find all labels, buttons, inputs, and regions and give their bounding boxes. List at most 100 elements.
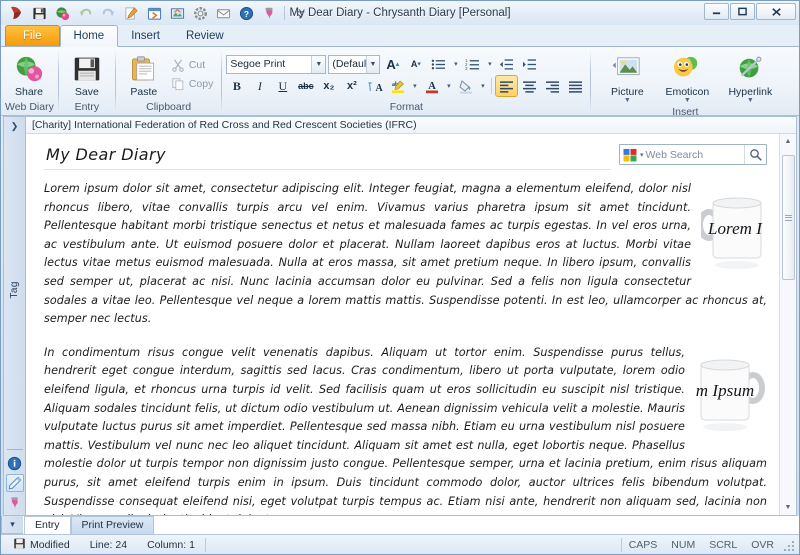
mail-icon[interactable] <box>213 3 233 23</box>
search-button[interactable] <box>744 145 766 164</box>
info-icon[interactable] <box>6 454 24 472</box>
chevron-down-icon[interactable]: ▼ <box>366 56 380 73</box>
web-search-box[interactable]: ▾ Web Search <box>619 144 767 165</box>
web-diary-icon[interactable] <box>52 3 72 23</box>
picture-icon[interactable] <box>167 3 187 23</box>
chevron-down-icon[interactable]: ▾ <box>451 60 460 68</box>
scrollbar-track[interactable] <box>781 149 796 500</box>
highlight-button[interactable]: ab <box>387 76 408 96</box>
paragraph-1[interactable]: Lorem ipsum dolor sit amet, consectetur … <box>44 180 767 329</box>
shading-button[interactable] <box>455 76 476 96</box>
font-color-button[interactable]: A <box>421 76 442 96</box>
insert-picture-button[interactable]: Picture ▼ <box>599 51 655 106</box>
resize-grip-icon[interactable] <box>783 538 797 552</box>
maximize-button[interactable] <box>730 3 755 20</box>
indicator-caps[interactable]: CAPS <box>622 539 665 551</box>
sidebar-expand-button[interactable]: ❯ <box>4 117 25 135</box>
paragraph-2[interactable]: In condimentum risus congue velit venena… <box>44 344 767 515</box>
font-name-value: Segoe Print <box>230 58 285 70</box>
align-justify-button[interactable] <box>565 76 586 96</box>
indicator-num[interactable]: NUM <box>664 539 702 551</box>
indicator-ovr[interactable]: OVR <box>744 539 781 551</box>
shrink-font-button[interactable]: A▾ <box>405 54 426 74</box>
share-button[interactable]: Share <box>5 51 53 100</box>
document-body[interactable]: Lorem I Lorem ipsum dolor sit amet, cons… <box>44 180 767 515</box>
bold-button[interactable]: B <box>226 76 247 96</box>
document-scroll-region: My Dear Diary ▾ Web <box>26 134 796 515</box>
document-title[interactable]: My Dear Diary <box>44 142 611 170</box>
chevron-down-icon[interactable]: ▼ <box>624 98 631 104</box>
search-provider-dropdown[interactable]: ▾ <box>638 151 646 159</box>
mug-image-2[interactable]: m Ipsum <box>695 344 767 451</box>
status-save-icon <box>13 537 26 553</box>
scrollbar-thumb[interactable] <box>782 155 795 280</box>
status-save-state[interactable]: Modified <box>3 537 80 553</box>
undo-icon[interactable] <box>75 3 95 23</box>
grow-font-button[interactable]: A▴ <box>382 54 403 74</box>
tag-icon[interactable] <box>259 3 279 23</box>
share-globe-icon <box>14 53 44 85</box>
scroll-down-icon[interactable]: ▼ <box>781 500 796 515</box>
tab-home[interactable]: Home <box>60 25 119 47</box>
indicator-scrl[interactable]: SCRL <box>702 539 744 551</box>
tab-entry[interactable]: Entry <box>24 516 71 534</box>
underline-label: U <box>279 79 288 94</box>
mug-image-1[interactable]: Lorem I <box>701 180 767 287</box>
decrease-indent-button[interactable] <box>496 54 517 74</box>
chevron-down-icon[interactable]: ▾ <box>444 82 453 90</box>
align-center-button[interactable] <box>519 76 540 96</box>
align-left-button[interactable] <box>496 76 517 96</box>
align-right-button[interactable] <box>542 76 563 96</box>
document-page[interactable]: My Dear Diary ▾ Web <box>26 134 779 515</box>
underline-button[interactable]: U <box>272 76 293 96</box>
tab-insert[interactable]: Insert <box>118 26 173 46</box>
minimize-button[interactable] <box>704 3 729 20</box>
chevron-down-icon[interactable]: ▾ <box>478 82 487 90</box>
scroll-up-icon[interactable]: ▲ <box>781 134 796 149</box>
chevron-down-icon[interactable]: ▾ <box>485 60 494 68</box>
paste-button[interactable]: Paste <box>120 51 168 100</box>
tab-print-preview[interactable]: Print Preview <box>71 516 155 534</box>
settings-icon[interactable] <box>190 3 210 23</box>
mug-1-caption: Lorem I <box>707 219 763 238</box>
help-icon[interactable]: ? <box>236 3 256 23</box>
new-entry-icon[interactable] <box>121 3 141 23</box>
customize-icon[interactable] <box>290 3 310 23</box>
clear-formatting-button[interactable]: A <box>364 76 385 96</box>
format-separator <box>491 78 492 94</box>
superscript-label: x² <box>347 80 357 92</box>
strikethrough-button[interactable]: abc <box>295 76 316 96</box>
save-icon[interactable] <box>29 3 49 23</box>
superscript-button[interactable]: x² <box>341 76 362 96</box>
increase-indent-button[interactable] <box>519 54 540 74</box>
cut-button[interactable]: Cut <box>168 55 218 74</box>
numbering-button[interactable]: 1 2 3 <box>462 54 483 74</box>
font-name-combo[interactable]: Segoe Print ▼ <box>226 55 326 74</box>
insert-emoticon-button[interactable]: Emoticon ▼ <box>657 51 717 106</box>
chevron-down-icon[interactable]: ▼ <box>747 98 754 104</box>
chevron-down-icon[interactable]: ▼ <box>311 56 325 73</box>
chevron-down-icon[interactable]: ▾ <box>410 82 419 90</box>
font-size-combo[interactable]: (Default) ▼ <box>328 55 380 74</box>
group-label-web-diary: Web Diary <box>5 101 54 115</box>
save-button[interactable]: Save <box>63 51 111 100</box>
document-scrollbar[interactable]: ▲ ▼ <box>779 134 796 515</box>
insert-hyperlink-button[interactable]: Hyperlink ▼ <box>719 51 781 106</box>
copy-button[interactable]: Copy <box>168 74 218 93</box>
close-button[interactable] <box>756 3 796 20</box>
chevron-down-icon[interactable]: ▼ <box>684 98 691 104</box>
sidebar-tag-section[interactable]: Tag <box>4 135 25 445</box>
subscript-button[interactable]: x₂ <box>318 76 339 96</box>
sidebar-collapse-button[interactable]: ▾ <box>1 516 23 534</box>
search-input[interactable]: Web Search <box>646 149 744 161</box>
tag-tool-icon[interactable] <box>6 494 24 512</box>
bullets-button[interactable] <box>428 54 449 74</box>
calendar-icon[interactable] <box>144 3 164 23</box>
pencil-icon[interactable] <box>6 474 24 492</box>
app-logo-icon[interactable] <box>6 3 26 23</box>
redo-icon[interactable] <box>98 3 118 23</box>
italic-button[interactable]: I <box>249 76 270 96</box>
tab-file[interactable]: File <box>5 25 60 46</box>
tab-review[interactable]: Review <box>173 26 237 46</box>
clipboard-icon <box>130 53 157 85</box>
